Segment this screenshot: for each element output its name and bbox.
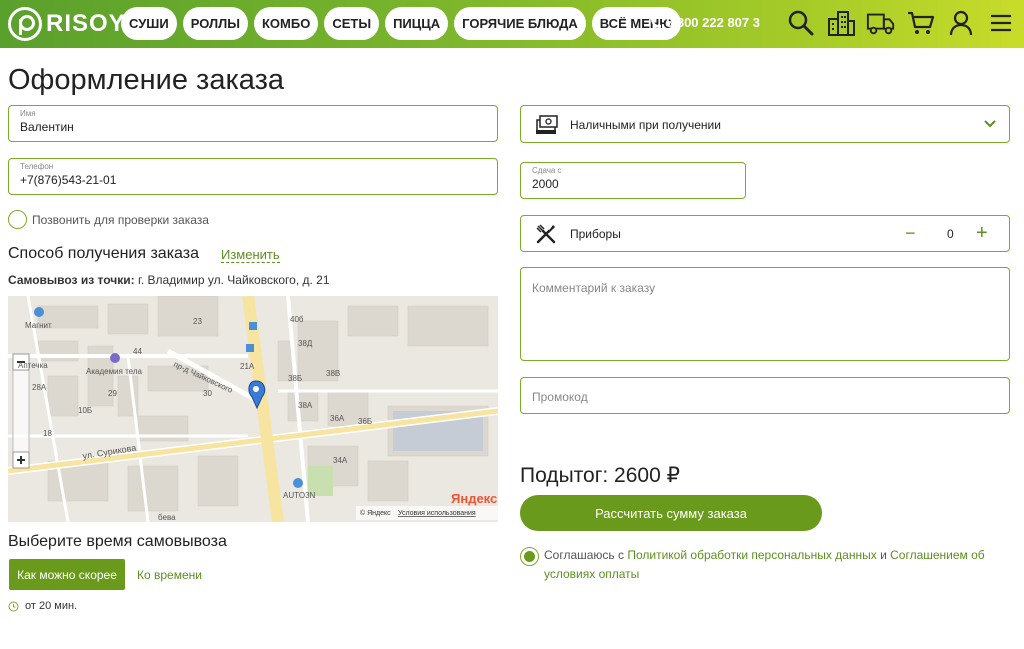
logo-icon xyxy=(8,7,42,41)
name-value: Валентин xyxy=(20,120,74,134)
map-house-2: 38Д xyxy=(298,339,313,348)
asap-button[interactable]: Как можно скорее xyxy=(9,559,125,590)
buildings-icon[interactable] xyxy=(826,8,856,38)
cart-icon[interactable] xyxy=(906,8,936,38)
map-copyright: © Яндекс xyxy=(360,509,391,517)
delivery-method-title: Способ получения заказа xyxy=(8,245,200,262)
map-house-10: 23 xyxy=(193,317,202,326)
pickup-prefix: Самовывоз из точки: xyxy=(8,273,135,287)
pickup-time-note: от 20 мин. xyxy=(8,600,77,612)
main-nav: СУШИ РОЛЛЫ КОМБО СЕТЫ ПИЦЦА ГОРЯЧИЕ БЛЮД… xyxy=(121,7,681,40)
map-house-16: 18 xyxy=(43,429,52,438)
nav-combo[interactable]: КОМБО xyxy=(253,7,319,40)
cutlery-minus-button[interactable]: − xyxy=(905,223,916,244)
name-field[interactable]: Имя Валентин xyxy=(8,105,498,142)
agreement-radio[interactable] xyxy=(520,547,539,566)
map-terms-link[interactable]: Условия использования xyxy=(398,510,476,517)
page-title: Оформление заказа xyxy=(8,64,285,96)
site-header: RISOY СУШИ РОЛЛЫ КОМБО СЕТЫ ПИЦЦА ГОРЯЧИ… xyxy=(0,0,1024,48)
map-label-autozn: AUTO3N xyxy=(283,491,316,500)
cutlery-count: 0 xyxy=(947,227,954,241)
pickup-map[interactable]: Магнит Академия тела пр-д Чайковского ул… xyxy=(8,296,498,522)
cutlery-label: Приборы xyxy=(570,227,621,241)
nav-rolls[interactable]: РОЛЛЫ xyxy=(182,7,248,40)
call-check-label: Позвонить для проверки заказа xyxy=(32,212,209,227)
map-label-beba: бева xyxy=(158,513,176,522)
call-check-checkbox[interactable] xyxy=(8,210,27,229)
agreement-option[interactable]: Соглашаюсь с Политикой обработки персона… xyxy=(520,546,1000,584)
agreement-and: и xyxy=(880,548,887,562)
search-icon[interactable] xyxy=(786,8,816,38)
nav-pizza[interactable]: ПИЦЦА xyxy=(385,7,449,40)
nav-hot-dishes[interactable]: ГОРЯЧИЕ БЛЮДА xyxy=(454,7,586,40)
comment-placeholder: Комментарий к заказу xyxy=(532,281,656,295)
logo-text: RISOY xyxy=(46,10,126,37)
change-field[interactable]: Сдача с 2000 xyxy=(520,162,746,199)
map-house-11: 29 xyxy=(108,389,117,398)
chevron-down-icon xyxy=(984,120,996,128)
map-house-5: 38А xyxy=(298,401,313,410)
agreement-prefix: Соглашаюсь с xyxy=(544,548,625,562)
bus-stop-icon-2 xyxy=(246,344,254,352)
phone-number: 8 800 222 807 3 xyxy=(666,15,760,30)
nav-sushi[interactable]: СУШИ xyxy=(121,7,177,40)
phone-label: Телефон xyxy=(20,162,54,171)
promo-placeholder: Промокод xyxy=(532,390,588,404)
map-label-academy: Академия тела xyxy=(86,367,143,376)
header-phone[interactable]: 8 800 222 807 3 xyxy=(650,15,760,30)
map-label-magnit: Магнит xyxy=(25,321,52,330)
bus-stop-icon-1 xyxy=(249,322,257,330)
phone-value: +7(876)543-21-01 xyxy=(20,173,117,187)
map-house-3: 38В xyxy=(326,369,340,378)
map-house-14: 28А xyxy=(32,383,47,392)
map-house-4: 38Б xyxy=(288,374,302,383)
agreement-text: Соглашаюсь с Политикой обработки персона… xyxy=(544,546,1000,584)
name-label: Имя xyxy=(20,109,36,118)
nav-sets[interactable]: СЕТЫ xyxy=(324,7,380,40)
calculate-total-button[interactable]: Рассчитать сумму заказа xyxy=(520,495,822,531)
header-icons xyxy=(786,8,1016,38)
payment-method-value: Наличными при получении xyxy=(570,118,721,132)
promo-input[interactable]: Промокод xyxy=(520,377,1010,414)
menu-icon[interactable] xyxy=(986,8,1016,38)
pickup-address: Самовывоз из точки: г. Владимир ул. Чайк… xyxy=(8,273,330,287)
pickup-time-title: Выберите время самовывоза xyxy=(8,533,227,550)
fitness-poi-icon xyxy=(110,353,120,363)
delivery-truck-icon[interactable] xyxy=(866,8,896,38)
map-house-9: 21А xyxy=(240,362,255,371)
cutlery-icon xyxy=(536,224,556,244)
pickup-time-note-text: от 20 мин. xyxy=(25,600,78,612)
logo[interactable]: RISOY xyxy=(8,7,126,41)
change-label: Сдача с xyxy=(532,166,562,175)
map-house-13: 10Б xyxy=(78,406,92,415)
phone-field[interactable]: Телефон +7(876)543-21-01 xyxy=(8,158,498,195)
call-check-option[interactable]: Позвонить для проверки заказа xyxy=(8,210,209,229)
map-house-7: 36Б xyxy=(358,417,372,426)
map-house-1: 40б xyxy=(290,315,304,324)
cutlery-plus-button[interactable]: + xyxy=(976,222,988,245)
subtotal: Подытог: 2600 ₽ xyxy=(520,464,680,487)
map-label-apteka: Аптечка xyxy=(18,361,48,370)
map-house-8: 34А xyxy=(333,456,348,465)
by-time-option[interactable]: Ко времени xyxy=(137,568,202,582)
change-value: 2000 xyxy=(532,177,559,191)
privacy-policy-link[interactable]: Политикой обработки персональных данных xyxy=(627,548,876,562)
yandex-logo: Яндекс xyxy=(451,491,497,506)
shop-poi-icon xyxy=(34,307,44,317)
map-canvas: Магнит Академия тела пр-д Чайковского ул… xyxy=(8,296,498,522)
user-icon[interactable] xyxy=(946,8,976,38)
comment-textarea[interactable]: Комментарий к заказу xyxy=(520,267,1010,361)
map-house-6: 36А xyxy=(330,414,345,423)
cutlery-field: Приборы − 0 + xyxy=(520,215,1010,252)
pickup-address-text: г. Владимир ул. Чайковского, д. 21 xyxy=(137,273,330,287)
cash-icon xyxy=(536,115,558,134)
clock-icon xyxy=(8,601,19,611)
car-service-poi-icon xyxy=(293,478,303,488)
map-house-12: 44 xyxy=(133,347,142,356)
payment-method-select[interactable]: Наличными при получении xyxy=(520,105,1010,143)
phone-icon xyxy=(651,17,661,28)
change-delivery-link[interactable]: Изменить xyxy=(221,247,280,263)
map-house-15: 30 xyxy=(203,389,212,398)
